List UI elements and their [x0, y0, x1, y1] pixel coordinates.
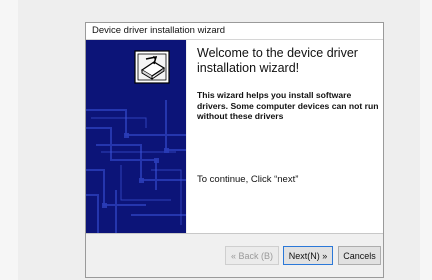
background-card: Device driver installation wizard Welcom… — [18, 0, 420, 280]
next-button[interactable]: Next(N) » — [283, 246, 333, 265]
wizard-content: Welcome to the device driver installatio… — [187, 40, 383, 233]
title-bar: Device driver installation wizard — [86, 23, 383, 40]
footer-divider — [86, 233, 383, 234]
welcome-heading: Welcome to the device driver installatio… — [197, 46, 358, 75]
wizard-side-panel — [86, 40, 186, 233]
cancel-button[interactable]: Cancels — [338, 246, 381, 265]
back-button[interactable]: « Back (B) — [225, 246, 279, 265]
welcome-description: This wizard helps you install software d… — [197, 90, 379, 121]
driver-wizard-dialog: Device driver installation wizard Welcom… — [85, 22, 384, 278]
installer-box-icon — [134, 50, 170, 84]
continue-instruction: To continue, Click “next” — [197, 174, 299, 185]
window-title: Device driver installation wizard — [92, 25, 226, 36]
